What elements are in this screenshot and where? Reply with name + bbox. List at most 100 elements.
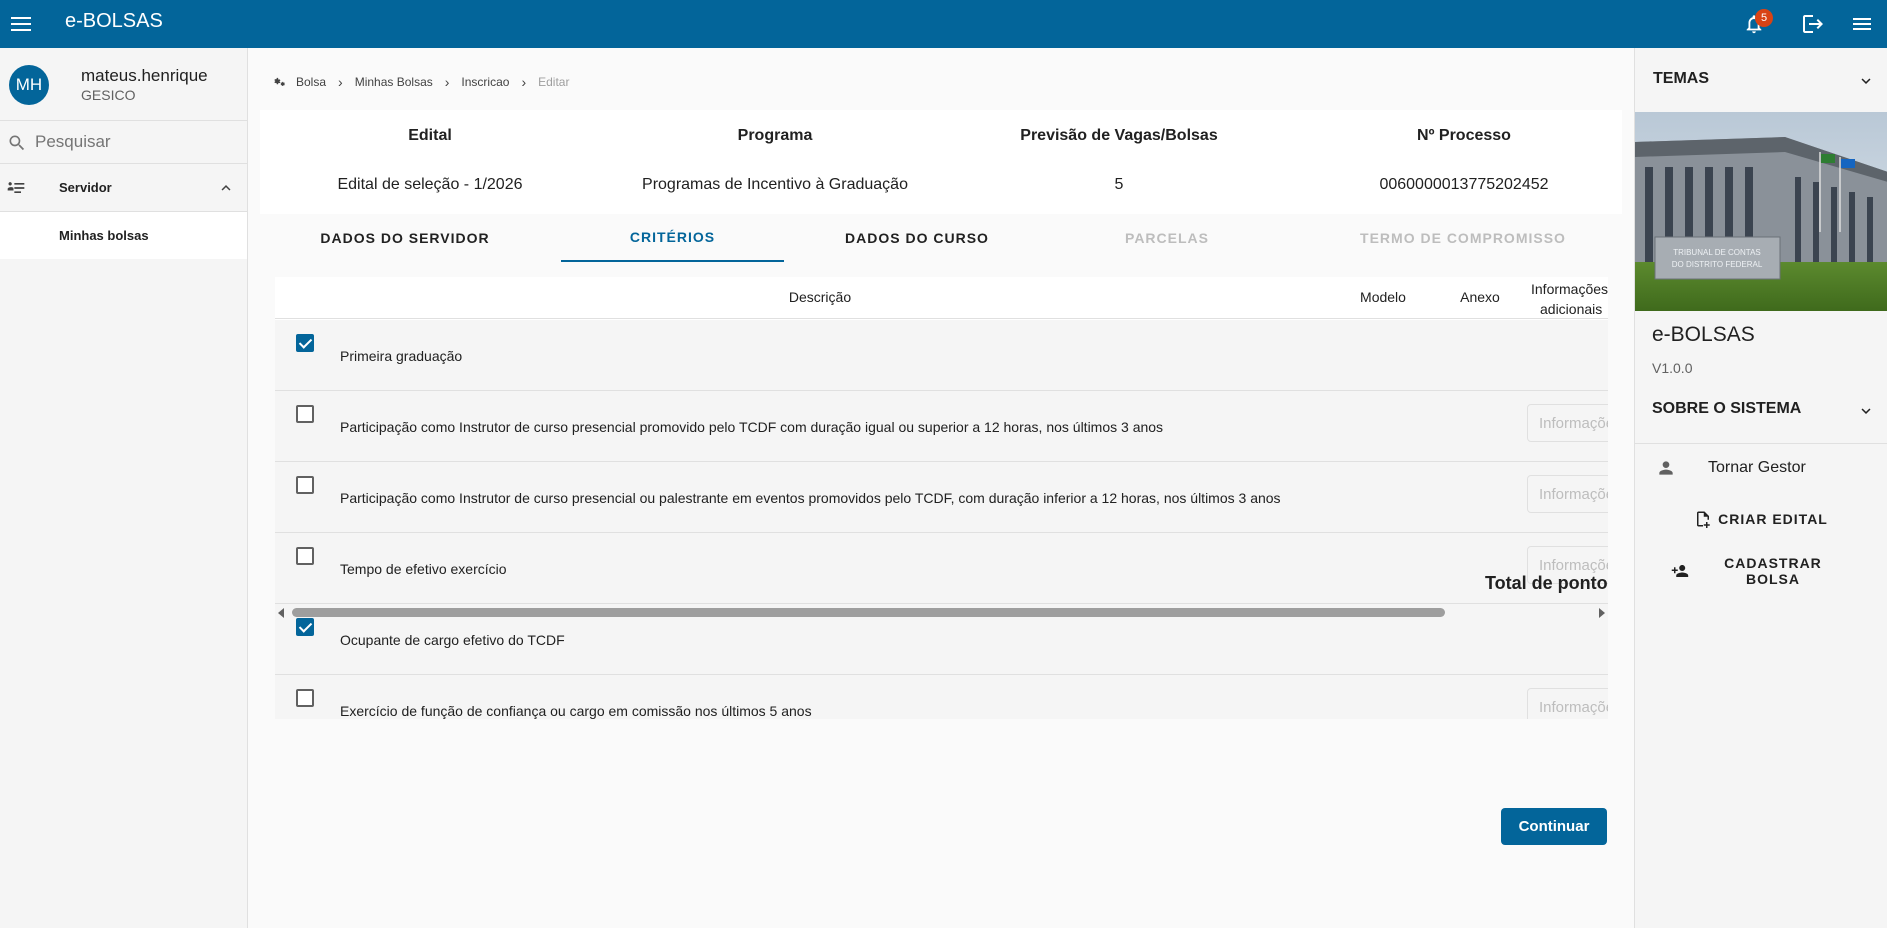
- chevron-down-icon: [1861, 408, 1871, 414]
- person-icon: [1659, 461, 1673, 475]
- info-header-vagas: Previsão de Vagas/Bolsas: [1020, 127, 1218, 144]
- criar-edital-label: CRIAR EDITAL: [1718, 511, 1828, 527]
- row-checkbox[interactable]: [296, 405, 314, 423]
- column-header-modelo: Modelo: [1360, 289, 1406, 305]
- sidebar-item-minhas-bolsas[interactable]: Minhas bolsas: [0, 212, 247, 259]
- continue-button[interactable]: Continuar: [1501, 808, 1607, 845]
- breadcrumb-inscricao[interactable]: Inscricao: [461, 75, 509, 89]
- breadcrumb: Bolsa › Minhas Bolsas › Inscricao › Edit…: [272, 74, 569, 90]
- search-input[interactable]: [35, 128, 235, 156]
- building-sign-line1: TRIBUNAL DE CONTAS: [1673, 248, 1761, 257]
- tab-bar: DADOS DO SERVIDOR CRITÉRIOS DADOS DO CUR…: [260, 214, 1622, 262]
- row-checkbox[interactable]: [296, 689, 314, 707]
- search-bar: [0, 120, 247, 164]
- chevron-up-icon: [221, 185, 231, 191]
- table-row: Participação como Instrutor de curso pre…: [275, 462, 1608, 533]
- sidebar-group-label: Servidor: [59, 180, 112, 195]
- about-label: SOBRE O SISTEMA: [1652, 400, 1802, 417]
- row-description: Participação como Instrutor de curso pre…: [340, 490, 1281, 506]
- column-header-informacoes-line1: Informações: [1531, 281, 1608, 297]
- scroll-right-arrow[interactable]: [1599, 608, 1605, 618]
- menu-right-icon: [1853, 18, 1871, 30]
- tornar-gestor-item[interactable]: Tornar Gestor: [1635, 444, 1887, 492]
- search-icon: [9, 135, 25, 151]
- scroll-left-arrow[interactable]: [278, 608, 284, 618]
- edital-info-card: Edital Edital de seleção - 1/2026 Progra…: [260, 110, 1622, 214]
- user-profile: MH mateus.henrique GESICO: [0, 48, 247, 120]
- table-header: Descrição Modelo Anexo Informações adici…: [275, 277, 1608, 319]
- tab-termo-de-compromisso: TERMO DE COMPROMISSO: [1360, 230, 1566, 246]
- sidebar-item-label: Minhas bolsas: [59, 228, 149, 243]
- right-panel-toggle[interactable]: [1846, 8, 1878, 40]
- avatar[interactable]: MH: [9, 65, 49, 105]
- info-header-programa: Programa: [737, 127, 813, 144]
- chevron-down-icon: [1861, 78, 1871, 84]
- menu-icon[interactable]: [10, 10, 38, 38]
- scrollbar-thumb[interactable]: [292, 608, 1445, 617]
- table-row: Participação como Instrutor de curso pre…: [275, 391, 1608, 462]
- total-label: Total de pontos: [1485, 573, 1608, 593]
- notification-badge: 5: [1755, 9, 1773, 27]
- criteria-table: Descrição Modelo Anexo Informações adici…: [275, 277, 1608, 719]
- logout-icon: [1803, 15, 1823, 33]
- gear-icon: [274, 77, 285, 87]
- chevron-right-icon: ›: [338, 74, 343, 90]
- additional-info-input[interactable]: [1527, 475, 1608, 513]
- tab-dados-do-servidor[interactable]: DADOS DO SERVIDOR: [294, 214, 516, 262]
- row-description: Participação como Instrutor de curso pre…: [340, 419, 1164, 435]
- additional-info-input[interactable]: [1527, 404, 1608, 442]
- column-header-informacoes-line2: adicionais: [1540, 301, 1603, 317]
- user-org: GESICO: [81, 87, 136, 103]
- row-checkbox[interactable]: [296, 547, 314, 565]
- table-row: Exercício de função de confiança ou carg…: [275, 675, 1608, 719]
- breadcrumb-bolsa[interactable]: Bolsa: [296, 75, 326, 89]
- row-description: Primeira graduação: [340, 348, 463, 364]
- total-row: Total de pontos: [275, 565, 1608, 605]
- person-add-icon: [1671, 565, 1689, 577]
- themes-section[interactable]: TEMAS: [1635, 48, 1887, 112]
- column-header-anexo: Anexo: [1460, 289, 1500, 305]
- row-description: Exercício de função de confiança ou carg…: [340, 703, 812, 719]
- info-value-edital: Edital de seleção - 1/2026: [337, 176, 523, 193]
- criar-edital-button[interactable]: CRIAR EDITAL: [1671, 501, 1851, 537]
- main-content: Bolsa › Minhas Bolsas › Inscricao › Edit…: [249, 48, 1634, 928]
- column-header-descricao: Descrição: [788, 289, 852, 305]
- themes-label: TEMAS: [1653, 70, 1709, 87]
- tab-dados-do-curso[interactable]: DADOS DO CURSO: [806, 214, 1028, 262]
- table-row: Primeira graduação: [275, 320, 1608, 391]
- building-sign-line2: DO DISTRITO FEDERAL: [1672, 260, 1763, 269]
- user-name: mateus.henrique: [81, 66, 208, 85]
- building-illustration: TRIBUNAL DE CONTAS DO DISTRITO FEDERAL: [1635, 112, 1887, 311]
- info-header-edital: Edital: [408, 127, 452, 144]
- info-value-processo: 0060000013775202452: [1379, 176, 1549, 193]
- sidebar-group-servidor[interactable]: Servidor: [0, 164, 247, 212]
- info-header-processo: Nº Processo: [1417, 127, 1511, 144]
- cadastrar-bolsa-button[interactable]: CADASTRAR BOLSA: [1671, 553, 1851, 589]
- row-checkbox[interactable]: [296, 476, 314, 494]
- notifications-button[interactable]: 5: [1738, 8, 1773, 40]
- logout-button[interactable]: [1797, 8, 1829, 40]
- row-checkbox[interactable]: [296, 334, 314, 352]
- person-list-icon: [7, 182, 25, 193]
- building-photo: TRIBUNAL DE CONTAS DO DISTRITO FEDERAL: [1635, 112, 1887, 311]
- file-plus-icon: [1697, 511, 1710, 528]
- horizontal-scrollbar[interactable]: [275, 605, 1608, 621]
- chevron-right-icon: ›: [521, 74, 527, 90]
- tab-criterios[interactable]: CRITÉRIOS: [561, 214, 784, 262]
- top-app-bar: e-BOLSAS 5: [0, 0, 1887, 48]
- tab-parcelas: PARCELAS: [1125, 230, 1209, 246]
- left-sidebar: MH mateus.henrique GESICO Servidor Minha…: [0, 48, 248, 928]
- right-panel: TEMAS TRIBUNAL DE CONTAS DO DISTRITO FED…: [1634, 48, 1887, 928]
- column-header-informacoes: Informações adicionais: [1531, 279, 1608, 319]
- info-value-vagas: 5: [1114, 176, 1124, 193]
- info-value-programa: Programas de Incentivo à Graduação: [642, 176, 908, 193]
- additional-info-input[interactable]: [1527, 688, 1608, 719]
- panel-version: V1.0.0: [1652, 360, 1693, 376]
- breadcrumb-current: Editar: [538, 75, 570, 89]
- cadastrar-bolsa-label: CADASTRAR BOLSA: [1724, 555, 1822, 587]
- breadcrumb-minhas-bolsas[interactable]: Minhas Bolsas: [355, 75, 433, 89]
- about-section[interactable]: SOBRE O SISTEMA: [1635, 386, 1887, 434]
- tornar-gestor-label: Tornar Gestor: [1708, 459, 1806, 476]
- row-description: Ocupante de cargo efetivo do TCDF: [340, 632, 565, 648]
- panel-app-name: e-BOLSAS: [1652, 323, 1755, 346]
